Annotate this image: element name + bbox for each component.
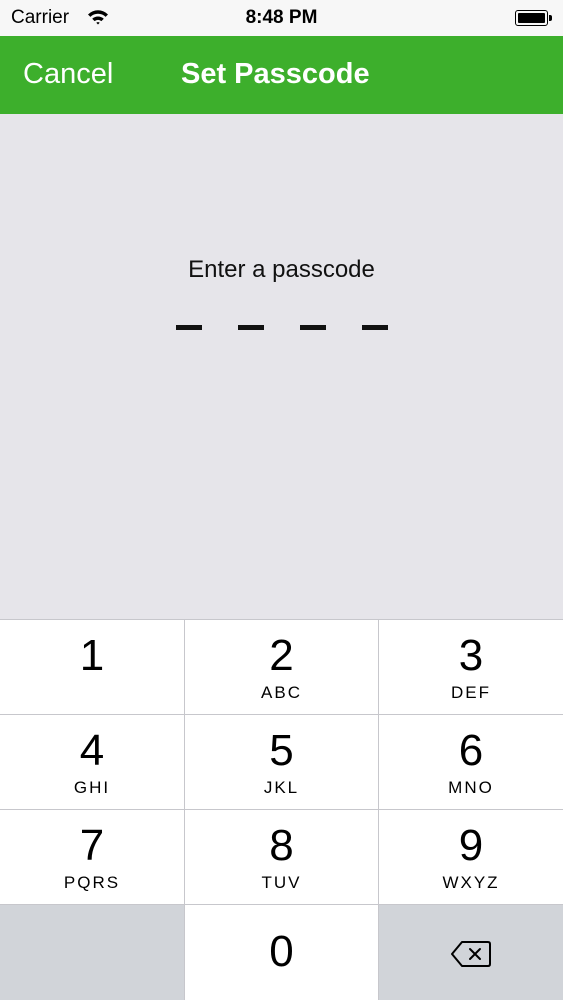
page-title: Set Passcode	[181, 58, 370, 90]
key-letters: GHI	[73, 778, 111, 797]
key-digit: 7	[79, 821, 105, 870]
passcode-dash-2	[238, 325, 264, 330]
key-digit: 6	[458, 726, 484, 775]
keypad: 1 2 ABC 3 DEF 4 GHI 5 JKL 6 MNO 7 PQRS 8…	[0, 619, 563, 1000]
nav-bar: Cancel Set Passcode	[0, 36, 563, 114]
key-6[interactable]: 6 MNO	[379, 715, 563, 809]
key-2[interactable]: 2 ABC	[185, 620, 378, 714]
battery-icon	[515, 10, 552, 26]
key-digit: 3	[458, 631, 484, 680]
key-letters: MNO	[448, 778, 494, 797]
cancel-button[interactable]: Cancel	[23, 58, 113, 91]
key-letters: DEF	[451, 683, 491, 702]
passcode-prompt: Enter a passcode	[188, 256, 375, 283]
key-9[interactable]: 9 WXYZ	[379, 810, 563, 904]
key-3[interactable]: 3 DEF	[379, 620, 563, 714]
status-bar: Carrier 8:48 PM	[0, 0, 563, 36]
blank-key	[0, 905, 184, 1000]
key-1[interactable]: 1	[0, 620, 184, 714]
key-4[interactable]: 4 GHI	[0, 715, 184, 809]
key-0[interactable]: 0	[185, 905, 378, 1000]
key-digit: 0	[269, 927, 294, 976]
key-5[interactable]: 5 JKL	[185, 715, 378, 809]
key-digit: 1	[79, 631, 105, 680]
backspace-icon	[451, 940, 491, 973]
key-letters: ABC	[261, 683, 302, 702]
key-7[interactable]: 7 PQRS	[0, 810, 184, 904]
key-8[interactable]: 8 TUV	[185, 810, 378, 904]
key-digit: 5	[269, 726, 294, 775]
key-digit: 8	[269, 821, 294, 870]
key-letters: WXYZ	[442, 873, 500, 892]
key-letters: PQRS	[63, 873, 121, 892]
passcode-dash-3	[300, 325, 326, 330]
key-digit: 2	[269, 631, 294, 680]
status-time: 8:48 PM	[245, 7, 318, 28]
passcode-dash-4	[362, 325, 388, 330]
key-letters: JKL	[263, 778, 300, 797]
backspace-key[interactable]	[379, 905, 563, 1000]
key-digit: 9	[458, 821, 484, 870]
key-letters: TUV	[261, 873, 302, 892]
key-digit: 4	[79, 726, 105, 775]
passcode-dash-1	[176, 325, 202, 330]
